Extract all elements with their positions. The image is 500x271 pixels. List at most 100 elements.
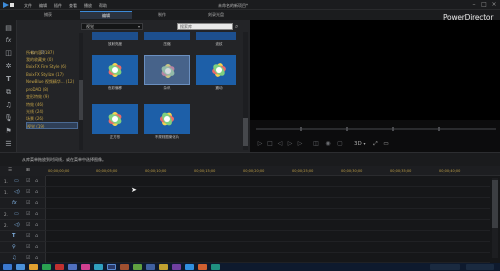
particle-icon[interactable]: ✲	[3, 61, 14, 71]
taskbar-app-icon[interactable]	[211, 264, 220, 270]
preview-scrubber[interactable]	[256, 128, 496, 130]
track-lane[interactable]	[46, 220, 490, 231]
taskbar-app-icon[interactable]	[55, 264, 64, 270]
taskbar-powerdirector-icon[interactable]	[107, 264, 116, 270]
lock-icon[interactable]: ⌂	[35, 178, 38, 185]
close-icon[interactable]: ×	[489, 1, 499, 9]
timeline-scrollbar-thumb[interactable]	[492, 180, 498, 228]
start-icon[interactable]	[3, 264, 12, 270]
previous-frame-icon[interactable]: ◁	[276, 139, 284, 149]
tab-edit[interactable]: 编辑	[80, 11, 132, 19]
tab-capture[interactable]: 捕获	[30, 11, 66, 19]
visibility-icon[interactable]: ☑	[26, 222, 30, 229]
lock-icon[interactable]: ⌂	[35, 189, 38, 196]
fx-icon[interactable]: fx	[3, 36, 14, 46]
lock-icon[interactable]: ⌂	[35, 222, 38, 229]
taskbar-app-icon[interactable]	[120, 264, 129, 270]
next-frame-icon[interactable]: ▷	[286, 139, 294, 149]
subtitle-icon[interactable]: ☰	[3, 139, 14, 149]
effect-thumbnail[interactable]	[196, 55, 236, 85]
play-icon[interactable]: ▷	[256, 139, 264, 149]
lock-icon[interactable]: ⌂	[35, 255, 38, 262]
fast-forward-icon[interactable]: ▷	[296, 139, 304, 149]
category-item[interactable]: BoixFX Fire Style (6)	[26, 63, 78, 70]
tab-produce[interactable]: 制作	[144, 11, 180, 19]
library-filter-dropdown[interactable]: 视觉 ▾	[81, 23, 143, 30]
track-row[interactable]: T ☑ ⌂	[0, 231, 46, 242]
taskbar-app-icon[interactable]	[81, 264, 90, 270]
taskbar-app-icon[interactable]	[42, 264, 51, 270]
category-item[interactable]: NewBlue 视频精华... (12)	[26, 78, 78, 85]
menu-help[interactable]: 帮助	[99, 3, 107, 9]
effect-thumbnail[interactable]	[92, 32, 138, 40]
category-item[interactable]: BoixFX Stylize (17)	[26, 71, 78, 78]
view-3d-toggle[interactable]: 3D ▾ ⤢ ▭	[354, 141, 389, 148]
timeline-view-icon[interactable]: ⊞	[26, 168, 30, 173]
taskbar-app-icon[interactable]	[94, 264, 103, 270]
lock-icon[interactable]: ⌂	[35, 211, 38, 218]
visibility-icon[interactable]: ☑	[26, 200, 30, 207]
category-item[interactable]: 我的收藏夹 (0)	[26, 56, 78, 63]
track-row[interactable]: 1. ▭ ☑ ⌂	[0, 176, 46, 187]
fullscreen-icon[interactable]: ⤢	[373, 141, 377, 147]
track-lane[interactable]	[46, 198, 490, 209]
lock-icon[interactable]: ⌂	[35, 244, 38, 251]
chapter-icon[interactable]: ⚑	[3, 126, 14, 136]
category-item[interactable]: 变形特效 (9)	[26, 93, 78, 100]
track-row[interactable]: 2. ◁) ☑ ⌂	[0, 220, 46, 231]
track-lane[interactable]	[46, 176, 490, 187]
visibility-icon[interactable]: ☑	[26, 189, 30, 196]
track-lane[interactable]	[46, 231, 490, 242]
effect-thumbnail[interactable]	[144, 32, 190, 40]
category-item[interactable]: 所有内容 (187)	[26, 49, 78, 56]
category-item[interactable]: 特效 (46)	[26, 101, 78, 108]
menu-file[interactable]: 文件	[24, 3, 32, 9]
menu-edit[interactable]: 编辑	[39, 3, 47, 9]
visibility-icon[interactable]: ☑	[26, 211, 30, 218]
taskbar-app-icon[interactable]	[68, 264, 77, 270]
visibility-icon[interactable]: ☑	[26, 244, 30, 251]
effect-thumbnail[interactable]	[196, 32, 236, 40]
menu-plugins[interactable]: 插件	[54, 3, 62, 9]
title-icon[interactable]: T	[3, 74, 14, 84]
pip-icon[interactable]: ◫	[3, 48, 14, 58]
volume-icon[interactable]: ◫	[312, 139, 320, 149]
track-lane[interactable]	[46, 209, 490, 220]
snapshot-icon[interactable]: ◉	[324, 139, 332, 149]
tab-create-disc[interactable]: 刻录光盘	[196, 11, 236, 19]
category-item-selected[interactable]: 视觉 (19)	[26, 122, 78, 129]
system-tray[interactable]	[430, 264, 460, 270]
visibility-icon[interactable]: ☑	[26, 233, 30, 240]
search-icon[interactable]: ⌕	[235, 23, 242, 30]
track-row[interactable]: 2. ▭ ☑ ⌂	[0, 209, 46, 220]
taskbar-app-icon[interactable]	[172, 264, 181, 270]
transition-icon[interactable]: ⧉	[3, 87, 14, 97]
taskbar-app-icon[interactable]	[29, 264, 38, 270]
minimize-icon[interactable]: –	[469, 1, 479, 9]
track-row[interactable]: 1. ◁) ☑ ⌂	[0, 187, 46, 198]
track-row[interactable]: fx ☑ ⌂	[0, 198, 46, 209]
taskbar-app-icon[interactable]	[198, 264, 207, 270]
taskbar-app-icon[interactable]	[146, 264, 155, 270]
taskbar-app-icon[interactable]	[159, 264, 168, 270]
category-item[interactable]: 场景 (26)	[26, 115, 78, 122]
menu-view[interactable]: 查看	[69, 3, 77, 9]
track-lane[interactable]	[46, 253, 490, 263]
track-manager-icon[interactable]: ☰	[8, 168, 12, 173]
library-search-input[interactable]: 搜索库	[177, 23, 233, 30]
taskbar-app-icon[interactable]	[133, 264, 142, 270]
track-row[interactable]: ♀ ☑ ⌂	[0, 242, 46, 253]
effect-thumbnail[interactable]	[144, 55, 190, 85]
mode-icon[interactable]: ▢	[336, 139, 344, 149]
track-lane[interactable]	[46, 242, 490, 253]
voiceover-icon[interactable]: 🎙	[3, 113, 14, 123]
effects-scrollbar-thumb[interactable]	[243, 118, 248, 146]
stop-icon[interactable]: □	[266, 139, 274, 149]
maximize-icon[interactable]: □	[479, 1, 489, 9]
effect-thumbnail[interactable]	[92, 104, 138, 134]
taskbar-app-icon[interactable]	[16, 264, 25, 270]
visibility-icon[interactable]: ☑	[26, 178, 30, 185]
taskbar-app-icon[interactable]	[185, 264, 194, 270]
category-item[interactable]: proDAD (8)	[26, 86, 78, 93]
settings-icon[interactable]: ▭	[383, 141, 388, 147]
